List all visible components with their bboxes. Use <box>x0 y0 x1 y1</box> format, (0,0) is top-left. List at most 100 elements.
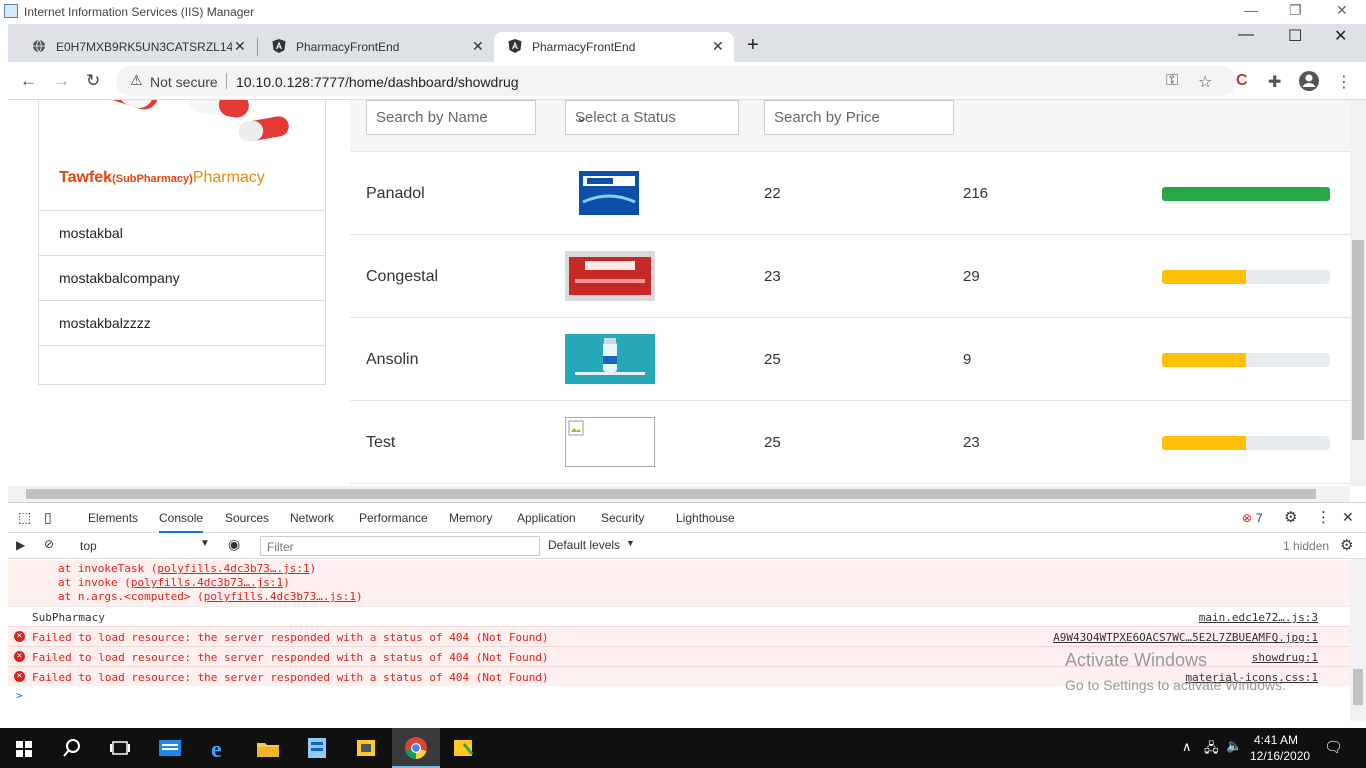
sidebar-item-mostakbal[interactable]: mostakbal <box>39 210 325 255</box>
browser-tab-3-active[interactable]: PharmacyFrontEnd ✕ <box>494 32 734 62</box>
iis-tools-icon[interactable] <box>450 734 478 762</box>
sidebar-toggle-icon[interactable]: ▶ <box>16 538 25 552</box>
drug-value-2: 216 <box>963 185 989 202</box>
new-tab-button[interactable]: + <box>747 34 759 57</box>
search-name-placeholder: Search by Name <box>376 109 488 126</box>
devtools-menu-icon[interactable]: ⋮ <box>1316 508 1331 526</box>
key-icon[interactable]: ⚿ <box>1166 72 1178 90</box>
security-label[interactable]: Not secure <box>150 74 218 90</box>
back-icon[interactable]: ← <box>20 71 37 91</box>
iis-close-icon[interactable]: ✕ <box>1336 2 1348 19</box>
sidebar-item-mostakbalzzzz[interactable]: mostakbalzzzz <box>39 300 325 345</box>
windows-start-icon[interactable] <box>10 734 38 762</box>
network-icon[interactable]: 🖧 <box>1204 739 1219 761</box>
close-tab-icon[interactable]: ✕ <box>234 38 246 55</box>
tab-console[interactable]: Console <box>159 511 204 533</box>
error-count[interactable]: 7 <box>1256 511 1263 525</box>
console-scrollbar[interactable] <box>1350 559 1366 721</box>
console-settings-icon[interactable]: ⚙ <box>1340 536 1353 554</box>
reload-icon[interactable]: ↻ <box>86 71 100 91</box>
iis-minimize-icon[interactable]: — <box>1244 2 1258 18</box>
drug-row[interactable]: Panadol 22 216 <box>350 152 1350 235</box>
ansolin-vial-image <box>565 334 655 384</box>
internet-explorer-icon[interactable]: e <box>206 734 234 762</box>
server-manager-icon[interactable] <box>156 734 184 762</box>
menu-kebab-icon[interactable]: ⋮ <box>1336 72 1352 92</box>
search-price-input[interactable]: Search by Price <box>764 100 954 135</box>
stack-line: at invokeTask (polyfills.4dc3b73….js:1) <box>58 562 316 575</box>
progress-fill <box>1162 270 1246 284</box>
minimize-icon[interactable]: — <box>1238 26 1254 44</box>
browser-tab-1[interactable]: E0H7MXB9RK5UN3CATSRZL14BC ✕ <box>18 32 254 62</box>
omnibox[interactable]: ⚠ Not secure 10.10.0.128:7777/home/dashb… <box>116 66 1236 96</box>
scroll-thumb[interactable] <box>1353 669 1363 705</box>
chrome-taskbar-button[interactable] <box>392 728 440 768</box>
close-window-icon[interactable]: ✕ <box>1334 26 1347 46</box>
extension-c-icon[interactable]: C <box>1236 72 1248 90</box>
browser-tab-2[interactable]: PharmacyFrontEnd ✕ <box>258 32 494 62</box>
task-view-icon[interactable] <box>106 734 134 762</box>
sidebar-item-mostakbalcompany[interactable]: mostakbalcompany <box>39 255 325 300</box>
tray-chevron-up-icon[interactable]: ∧ <box>1182 739 1192 755</box>
chrome-icon <box>405 737 427 759</box>
log-source-link[interactable]: main.edc1e72….js:3 <box>1199 611 1318 624</box>
error-source-link[interactable]: showdrug:1 <box>1252 651 1318 664</box>
clear-console-icon[interactable]: ⊘ <box>44 537 54 551</box>
filter-input[interactable]: Filter <box>260 536 540 556</box>
chevron-down-icon: ▼ <box>200 538 210 549</box>
file-explorer-icon[interactable] <box>254 734 282 762</box>
error-count-icon[interactable]: ⊗ <box>1242 511 1252 525</box>
error-source-link[interactable]: A9W43O4WTPXE6OACS7WC…5E2L7ZBUEAMFQ.jpg:1 <box>1053 631 1318 644</box>
tab-application[interactable]: Application <box>517 511 576 525</box>
volume-icon[interactable]: 🔈 <box>1226 738 1242 754</box>
puzzle-icon[interactable]: ✚ <box>1268 72 1281 92</box>
tab-lighthouse[interactable]: Lighthouse <box>676 511 735 525</box>
device-toolbar-icon[interactable]: ▯ <box>44 509 52 526</box>
iis-manager-icon[interactable] <box>303 734 331 762</box>
stack-link[interactable]: polyfills.4dc3b73….js:1 <box>131 576 283 589</box>
log-levels-dropdown[interactable]: Default levels <box>548 538 620 552</box>
filter-bar: Search by Name Select a Status ⌄ Search b… <box>350 100 1350 152</box>
clock-time[interactable]: 4:41 AM <box>1254 733 1298 747</box>
drug-row[interactable]: Test 25 23 <box>350 401 1350 484</box>
scroll-thumb[interactable] <box>26 489 1316 499</box>
search-name-input[interactable]: Search by Name <box>366 100 536 135</box>
eye-icon[interactable]: ◉ <box>228 536 240 553</box>
tab-network[interactable]: Network <box>290 511 334 525</box>
forward-icon[interactable]: → <box>53 71 70 91</box>
drug-row[interactable]: Ansolin 25 9 <box>350 318 1350 401</box>
context-select[interactable]: top ▼ <box>72 536 212 556</box>
drug-value-1: 25 <box>764 351 781 368</box>
vertical-scrollbar[interactable] <box>1350 100 1366 486</box>
close-tab-icon[interactable]: ✕ <box>712 38 724 55</box>
stack-text: at invoke ( <box>58 576 131 589</box>
tab-sources[interactable]: Sources <box>225 511 269 525</box>
maximize-icon[interactable]: ☐ <box>1288 26 1302 46</box>
tools-icon[interactable] <box>352 734 380 762</box>
tab-elements[interactable]: Elements <box>88 511 138 525</box>
stack-link[interactable]: polyfills.4dc3b73….js:1 <box>204 590 356 603</box>
profile-avatar-icon[interactable] <box>1298 70 1320 92</box>
stack-link[interactable]: polyfills.4dc3b73….js:1 <box>157 562 309 575</box>
star-icon[interactable]: ☆ <box>1198 72 1212 92</box>
clock-date[interactable]: 12/16/2020 <box>1250 749 1310 763</box>
drug-row[interactable]: Congestal 23 29 <box>350 235 1350 318</box>
tab-security[interactable]: Security <box>601 511 644 525</box>
status-select[interactable]: Select a Status ⌄ <box>565 100 739 135</box>
notifications-icon[interactable]: 🗨 <box>1324 738 1343 756</box>
close-devtools-icon[interactable]: ✕ <box>1342 509 1354 526</box>
settings-gear-icon[interactable]: ⚙ <box>1284 508 1297 526</box>
search-icon[interactable] <box>58 734 86 762</box>
url-text[interactable]: 10.10.0.128:7777/home/dashboard/showdrug <box>236 74 519 90</box>
scroll-thumb[interactable] <box>1352 240 1364 440</box>
iis-restore-icon[interactable]: ❐ <box>1289 2 1302 19</box>
chevron-down-icon: ▼ <box>626 538 635 548</box>
tab-memory[interactable]: Memory <box>449 511 492 525</box>
inspect-element-icon[interactable]: ⬚ <box>18 509 31 526</box>
congestal-box-image <box>565 251 655 301</box>
tab-performance[interactable]: Performance <box>359 511 428 525</box>
globe-icon <box>33 39 45 53</box>
stock-progress-bar <box>1162 436 1330 450</box>
horizontal-scrollbar[interactable] <box>8 486 1350 502</box>
close-tab-icon[interactable]: ✕ <box>472 38 484 55</box>
